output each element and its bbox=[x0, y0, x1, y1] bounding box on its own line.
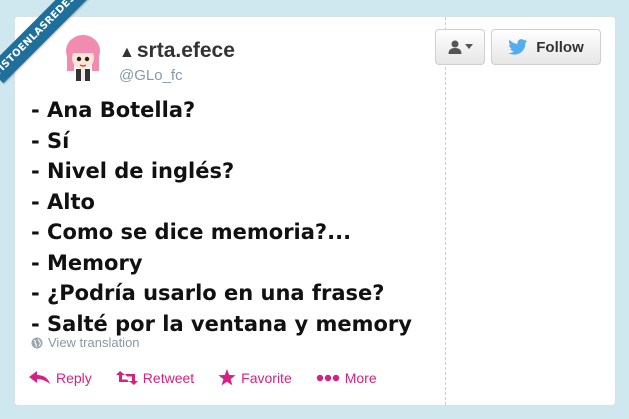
reply-button[interactable]: Reply bbox=[29, 369, 92, 386]
user-actions-button[interactable] bbox=[435, 29, 485, 65]
retweet-button[interactable]: Retweet bbox=[115, 369, 195, 386]
retweet-label: Retweet bbox=[142, 369, 195, 386]
avatar[interactable] bbox=[59, 31, 111, 83]
tweet-line: - Como se dice memoria?... bbox=[31, 220, 352, 244]
tweet-line: - Memory bbox=[31, 250, 143, 275]
tweet-actions: Reply Retweet Favorite More bbox=[29, 369, 377, 386]
avatar-image bbox=[59, 31, 111, 83]
tweet-line: - Nivel de inglés? bbox=[31, 159, 235, 183]
more-label: More bbox=[344, 369, 377, 386]
more-dots-icon bbox=[316, 374, 339, 381]
retweet-icon bbox=[115, 370, 138, 385]
tweet-line: - Ana Botella? bbox=[31, 98, 196, 122]
tweet-card: ▲srta.efece @GLo_fc Follow - Ana Botella… bbox=[14, 16, 616, 406]
background-frame: ▲srta.efece @GLo_fc Follow - Ana Botella… bbox=[0, 0, 629, 419]
tweet-line: - Alto bbox=[31, 189, 95, 214]
globe-icon bbox=[31, 337, 43, 348]
tweet-text: - Ana Botella? - Sí - Nivel de inglés? -… bbox=[31, 95, 412, 339]
user-handle[interactable]: @GLo_fc bbox=[119, 67, 183, 84]
follow-button[interactable]: Follow bbox=[491, 29, 601, 65]
reply-arrow-icon bbox=[29, 370, 50, 384]
tweet-line: - Sí bbox=[31, 128, 70, 153]
dashed-divider bbox=[445, 17, 446, 405]
more-button[interactable]: More bbox=[316, 369, 377, 386]
star-icon bbox=[218, 369, 236, 386]
favorite-label: Favorite bbox=[241, 369, 292, 386]
triangle-up-icon: ▲ bbox=[119, 44, 135, 61]
favorite-button[interactable]: Favorite bbox=[218, 369, 292, 386]
view-translation-link[interactable]: View translation bbox=[31, 335, 140, 350]
display-name[interactable]: ▲srta.efece bbox=[119, 39, 235, 63]
follow-label: Follow bbox=[536, 38, 584, 56]
caret-down-icon bbox=[465, 44, 473, 49]
reply-label: Reply bbox=[56, 369, 92, 386]
person-icon bbox=[448, 40, 462, 54]
view-translation-label: View translation bbox=[48, 335, 140, 350]
tweet-line: - ¿Podría usarlo en una frase? bbox=[31, 281, 385, 305]
twitter-bird-icon bbox=[508, 39, 528, 55]
